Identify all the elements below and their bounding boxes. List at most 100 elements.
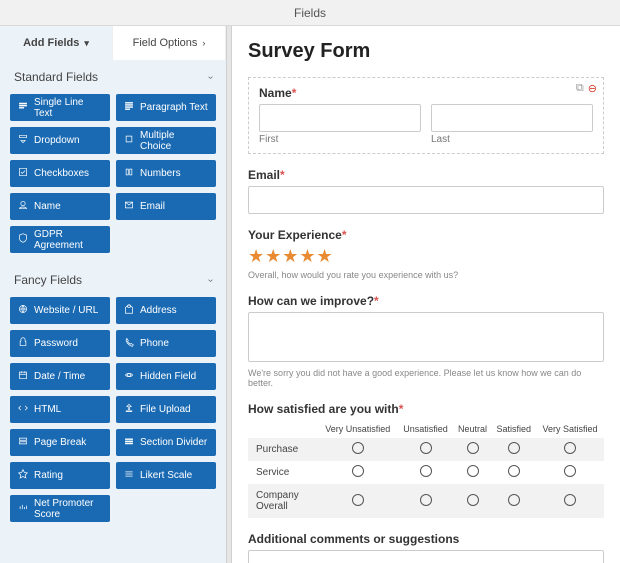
field-type-label: Multiple Choice — [140, 130, 208, 152]
field-type-label: Hidden Field — [140, 371, 196, 382]
field-hint: We're sorry you did not have a good expe… — [248, 368, 604, 388]
likert-row-label: Company Overall — [248, 484, 318, 518]
field-type-icon — [18, 469, 28, 482]
standard-field-button[interactable]: Numbers — [116, 160, 216, 187]
field-type-icon — [18, 200, 28, 213]
tab-add-fields[interactable]: Add Fields ▾ — [0, 26, 113, 60]
likert-radio[interactable] — [467, 494, 479, 506]
form-title[interactable]: Survey Form — [248, 40, 604, 63]
duplicate-icon[interactable]: ⧉ — [576, 82, 584, 95]
field-type-label: Address — [140, 305, 177, 316]
email-input[interactable] — [248, 186, 604, 214]
standard-field-button[interactable]: Single Line Text — [10, 94, 110, 121]
rating-stars[interactable]: ★★★★★ — [248, 246, 604, 267]
field-experience[interactable]: Your Experience* ★★★★★ Overall, how woul… — [248, 228, 604, 280]
fancy-field-button[interactable]: Hidden Field — [116, 363, 216, 390]
field-type-label: Checkboxes — [34, 168, 89, 179]
field-type-icon — [124, 134, 134, 147]
fancy-field-button[interactable]: Likert Scale — [116, 462, 216, 489]
standard-field-button[interactable]: GDPR Agreement — [10, 226, 110, 253]
likert-col-header: Very Unsatisfied — [318, 420, 398, 438]
likert-radio[interactable] — [352, 494, 364, 506]
last-name-input[interactable] — [431, 104, 593, 132]
field-type-icon — [124, 167, 134, 180]
fancy-field-button[interactable]: Page Break — [10, 429, 110, 456]
field-type-icon — [124, 436, 134, 449]
fancy-field-button[interactable]: Rating — [10, 462, 110, 489]
sidebar: Add Fields ▾ Field Options › Standard Fi… — [0, 26, 226, 563]
field-likert[interactable]: How satisfied are you with* Very Unsatis… — [248, 402, 604, 518]
fancy-field-button[interactable]: Net Promoter Score — [10, 495, 110, 522]
likert-radio[interactable] — [352, 442, 364, 454]
delete-icon[interactable]: ⊖ — [588, 82, 597, 95]
likert-radio[interactable] — [564, 442, 576, 454]
field-type-icon — [124, 101, 134, 114]
likert-radio[interactable] — [508, 465, 520, 477]
likert-radio[interactable] — [467, 465, 479, 477]
likert-radio[interactable] — [420, 442, 432, 454]
standard-field-button[interactable]: Checkboxes — [10, 160, 110, 187]
section-title: Standard Fields — [14, 70, 98, 84]
field-name[interactable]: ⧉ ⊖ Name* First Last — [248, 77, 604, 154]
section-header-standard[interactable]: Standard Fields › — [0, 60, 226, 88]
form-canvas: Survey Form ⧉ ⊖ Name* First Last Email* — [232, 26, 620, 563]
fancy-field-button[interactable]: Date / Time — [10, 363, 110, 390]
likert-radio[interactable] — [420, 494, 432, 506]
field-type-icon — [18, 370, 28, 383]
likert-radio[interactable] — [508, 494, 520, 506]
field-label: Your Experience — [248, 228, 342, 242]
field-hint: Overall, how would you rate you experien… — [248, 270, 604, 280]
first-name-input[interactable] — [259, 104, 421, 132]
likert-radio[interactable] — [352, 465, 364, 477]
field-type-label: Password — [34, 338, 78, 349]
likert-row: Company Overall — [248, 484, 604, 518]
field-email[interactable]: Email* — [248, 168, 604, 214]
likert-row-label: Purchase — [248, 438, 318, 461]
standard-field-button[interactable]: Multiple Choice — [116, 127, 216, 154]
field-type-icon — [18, 101, 28, 114]
field-type-label: Net Promoter Score — [34, 498, 102, 520]
field-type-icon — [124, 200, 134, 213]
likert-row: Service — [248, 461, 604, 484]
section-header-fancy[interactable]: Fancy Fields › — [0, 263, 226, 291]
fancy-field-button[interactable]: Section Divider — [116, 429, 216, 456]
comments-textarea[interactable] — [248, 550, 604, 563]
field-type-icon — [124, 370, 134, 383]
likert-radio[interactable] — [467, 442, 479, 454]
field-type-label: Rating — [34, 470, 63, 481]
likert-radio[interactable] — [564, 494, 576, 506]
required-marker: * — [374, 294, 379, 308]
likert-radio[interactable] — [508, 442, 520, 454]
field-type-label: Date / Time — [34, 371, 85, 382]
fancy-field-button[interactable]: File Upload — [116, 396, 216, 423]
improve-textarea[interactable] — [248, 312, 604, 362]
likert-radio[interactable] — [420, 465, 432, 477]
field-comments[interactable]: Additional comments or suggestions — [248, 532, 604, 563]
likert-radio[interactable] — [564, 465, 576, 477]
likert-row: Purchase — [248, 438, 604, 461]
field-improve[interactable]: How can we improve?* We're sorry you did… — [248, 294, 604, 388]
field-type-label: Section Divider — [140, 437, 207, 448]
field-type-icon — [18, 167, 28, 180]
standard-field-button[interactable]: Paragraph Text — [116, 94, 216, 121]
field-type-label: Numbers — [140, 168, 181, 179]
likert-col-header: Very Satisfied — [536, 420, 604, 438]
fancy-field-button[interactable]: Website / URL — [10, 297, 110, 324]
standard-field-button[interactable]: Dropdown — [10, 127, 110, 154]
standard-field-button[interactable]: Name — [10, 193, 110, 220]
field-label: How can we improve? — [248, 294, 374, 308]
last-sublabel: Last — [431, 134, 593, 145]
page-header: Fields — [0, 0, 620, 26]
fancy-field-button[interactable]: Address — [116, 297, 216, 324]
standard-field-button[interactable]: Email — [116, 193, 216, 220]
fancy-field-button[interactable]: HTML — [10, 396, 110, 423]
fancy-field-button[interactable]: Password — [10, 330, 110, 357]
section-title: Fancy Fields — [14, 273, 82, 287]
tab-field-options[interactable]: Field Options › — [113, 26, 226, 60]
field-type-icon — [18, 436, 28, 449]
field-type-label: Single Line Text — [34, 97, 102, 119]
required-marker: * — [342, 228, 347, 242]
fancy-field-button[interactable]: Phone — [116, 330, 216, 357]
tab-label: Add Fields — [23, 37, 79, 49]
required-marker: * — [399, 402, 404, 416]
